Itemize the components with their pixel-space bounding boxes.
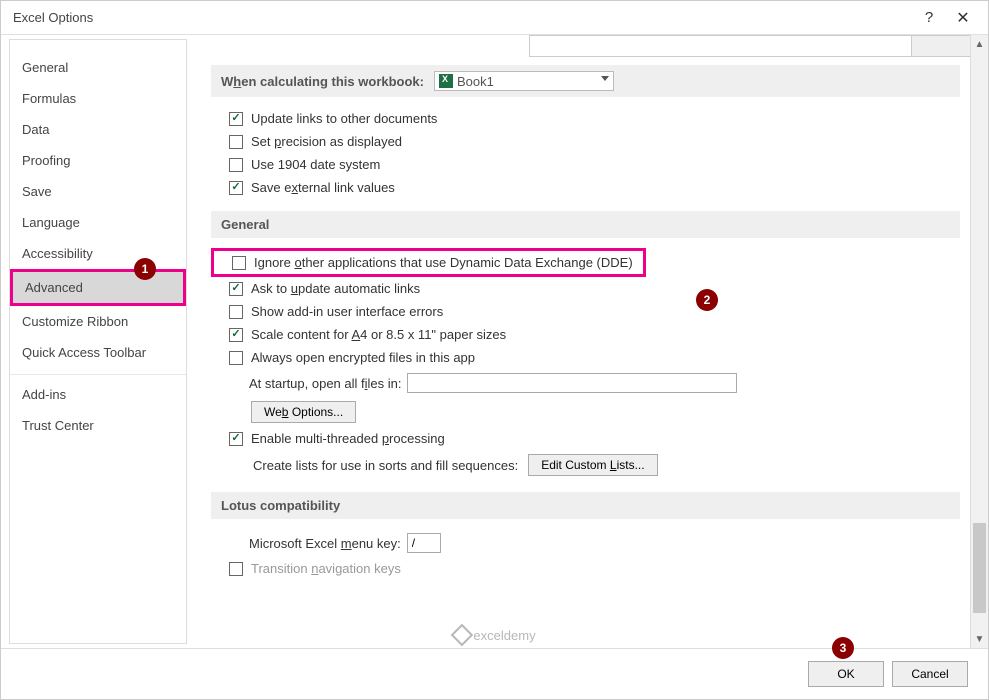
sidebar-item-accessibility[interactable]: Accessibility: [10, 238, 186, 269]
option-multithread[interactable]: Enable multi-threaded processing: [211, 427, 960, 450]
ok-button[interactable]: OK: [808, 661, 884, 687]
sidebar-item-language[interactable]: Language: [10, 207, 186, 238]
menu-key-input[interactable]: [407, 533, 441, 553]
sidebar-item-addins[interactable]: Add-ins: [10, 374, 186, 410]
checkbox-icon[interactable]: [229, 135, 243, 149]
web-options-button[interactable]: Web Options...: [251, 401, 356, 423]
section-when-calculating: When calculating this workbook: Book1: [211, 65, 960, 97]
cancel-button[interactable]: Cancel: [892, 661, 968, 687]
sidebar-item-quick-access[interactable]: Quick Access Toolbar: [10, 337, 186, 368]
annotation-badge-1: 1: [134, 258, 156, 280]
section-general: General: [211, 211, 960, 238]
sidebar-item-general[interactable]: General: [10, 52, 186, 83]
checkbox-icon[interactable]: [229, 432, 243, 446]
option-save-external[interactable]: Save external link values: [211, 176, 960, 199]
section-lotus: Lotus compatibility: [211, 492, 960, 519]
truncated-field: [529, 35, 959, 57]
option-transition-nav[interactable]: Transition navigation keys: [211, 557, 960, 580]
vertical-scrollbar[interactable]: ▲ ▼: [970, 35, 988, 648]
option-show-addin-errors[interactable]: Show add-in user interface errors: [211, 300, 960, 323]
checkbox-icon[interactable]: [229, 562, 243, 576]
checkbox-icon[interactable]: [229, 328, 243, 342]
annotation-badge-2: 2: [696, 289, 718, 311]
option-ignore-dde[interactable]: Ignore other applications that use Dynam…: [211, 248, 646, 277]
option-1904-date[interactable]: Use 1904 date system: [211, 153, 960, 176]
checkbox-icon[interactable]: [229, 158, 243, 172]
option-menu-key: Microsoft Excel menu key:: [211, 529, 960, 557]
scroll-up-icon[interactable]: ▲: [971, 35, 988, 53]
annotation-badge-3: 3: [832, 637, 854, 659]
checkbox-icon[interactable]: [229, 282, 243, 296]
startup-folder-input[interactable]: [407, 373, 737, 393]
sidebar-item-save[interactable]: Save: [10, 176, 186, 207]
checkbox-icon[interactable]: [229, 305, 243, 319]
edit-custom-lists-button[interactable]: Edit Custom Lists...: [528, 454, 657, 476]
option-ask-update[interactable]: Ask to update automatic links: [211, 277, 960, 300]
checkbox-icon[interactable]: [229, 351, 243, 365]
help-button[interactable]: ?: [912, 9, 946, 26]
dialog-title: Excel Options: [13, 10, 912, 25]
sidebar-item-proofing[interactable]: Proofing: [10, 145, 186, 176]
option-scale-content[interactable]: Scale content for A4 or 8.5 x 11" paper …: [211, 323, 960, 346]
content-pane: When calculating this workbook: Book1 Up…: [193, 35, 988, 648]
sidebar-item-trust-center[interactable]: Trust Center: [10, 410, 186, 441]
checkbox-icon[interactable]: [229, 112, 243, 126]
row-custom-lists: Create lists for use in sorts and fill s…: [211, 450, 960, 480]
chevron-down-icon: [601, 76, 609, 81]
option-open-encrypted[interactable]: Always open encrypted files in this app: [211, 346, 960, 369]
checkbox-icon[interactable]: [229, 181, 243, 195]
sidebar-item-formulas[interactable]: Formulas: [10, 83, 186, 114]
sidebar-item-customize-ribbon[interactable]: Customize Ribbon: [10, 306, 186, 337]
excel-icon: [439, 74, 453, 88]
truncated-button: [911, 35, 971, 57]
option-startup-folder: At startup, open all files in:: [211, 369, 960, 397]
category-sidebar: General Formulas Data Proofing Save Lang…: [9, 39, 187, 644]
titlebar: Excel Options ? ✕: [1, 1, 988, 35]
sidebar-item-advanced[interactable]: Advanced: [10, 269, 186, 306]
workbook-name: Book1: [457, 74, 494, 89]
workbook-dropdown[interactable]: Book1: [434, 71, 614, 91]
row-web-options: Web Options...: [211, 397, 960, 427]
scroll-down-icon[interactable]: ▼: [971, 630, 988, 648]
option-update-links[interactable]: Update links to other documents: [211, 107, 960, 130]
sidebar-item-data[interactable]: Data: [10, 114, 186, 145]
scrollbar-thumb[interactable]: [973, 523, 986, 613]
checkbox-icon[interactable]: [232, 256, 246, 270]
close-button[interactable]: ✕: [946, 8, 980, 28]
option-set-precision[interactable]: Set precision as displayed: [211, 130, 960, 153]
